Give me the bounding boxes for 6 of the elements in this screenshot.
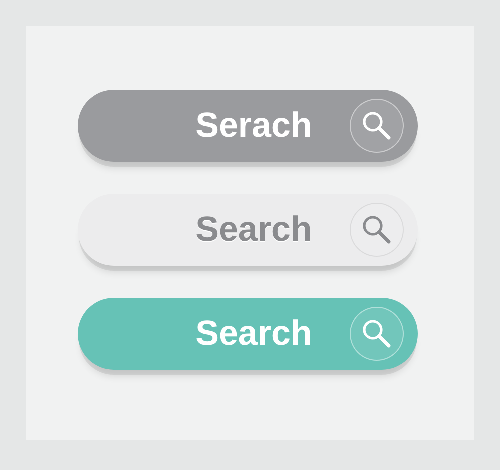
search-button[interactable]: Search bbox=[78, 194, 418, 266]
search-icon bbox=[361, 110, 393, 142]
search-icon bbox=[361, 318, 393, 350]
search-icon bbox=[361, 214, 393, 246]
search-button[interactable]: Serach bbox=[78, 90, 418, 162]
search-button[interactable]: Search bbox=[78, 298, 418, 370]
